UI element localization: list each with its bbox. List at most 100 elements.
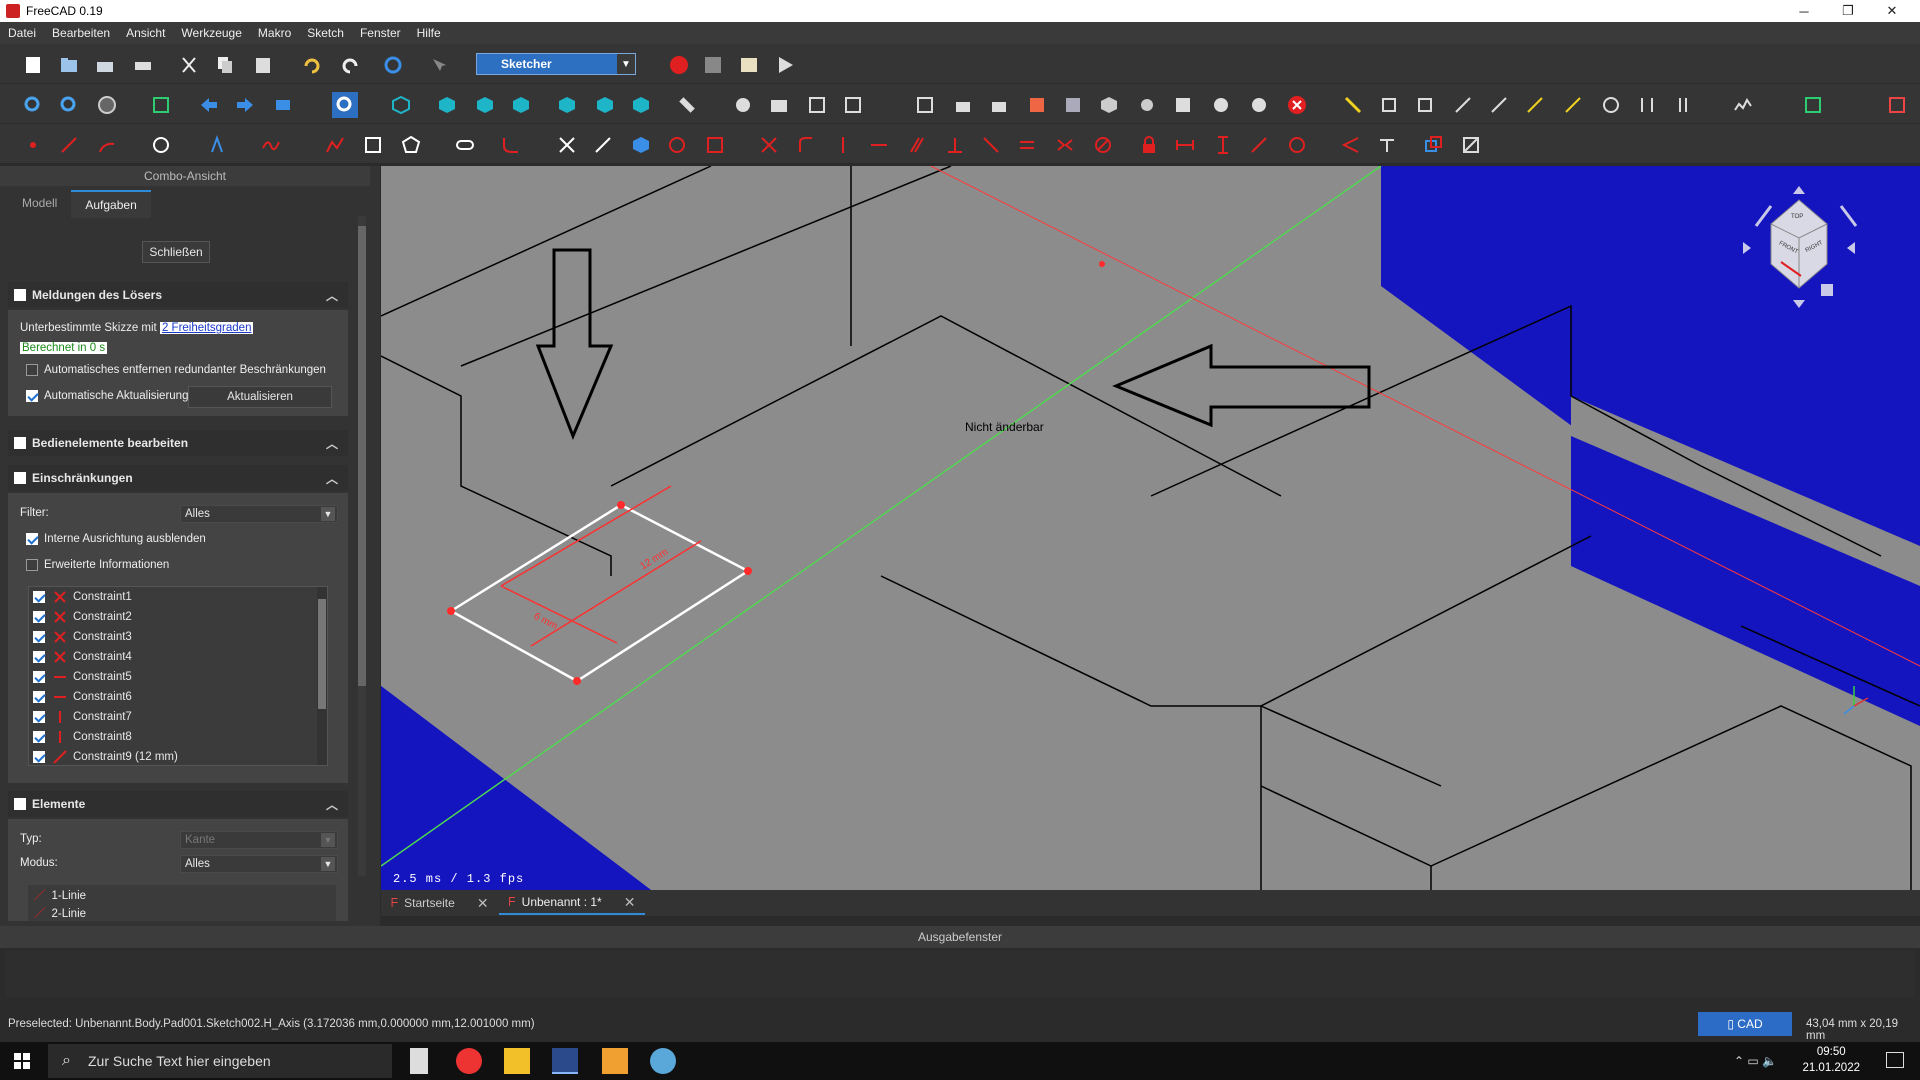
scene-canvas[interactable] <box>381 166 1920 890</box>
3d-viewport[interactable]: Nicht änderbar 2.5 ms / 1.3 fps 12 mm 6 … <box>381 166 1920 890</box>
cut-icon[interactable] <box>176 52 202 78</box>
section-solver-messages[interactable]: Meldungen des Lösers ︿ <box>8 282 348 308</box>
view-front-icon[interactable] <box>434 92 460 118</box>
paint-icon[interactable] <box>650 1048 676 1074</box>
redo-icon[interactable] <box>338 52 364 78</box>
constraint-checkbox[interactable] <box>33 691 45 703</box>
mode-select[interactable]: Alles ▼ <box>180 855 338 873</box>
list-item[interactable]: Constraint2 <box>29 607 319 627</box>
print-icon[interactable] <box>130 52 156 78</box>
macro-edit-icon[interactable] <box>736 52 762 78</box>
list-item[interactable]: ／ 1-Linie <box>34 887 86 903</box>
lock-icon[interactable] <box>1136 132 1162 158</box>
construction-mode-icon[interactable] <box>702 132 728 158</box>
tab-aufgaben[interactable]: Aufgaben <box>71 190 151 218</box>
sketch-3d-icon[interactable] <box>1096 92 1122 118</box>
vertical-icon[interactable] <box>830 132 856 158</box>
list-item[interactable]: ／ 2-Linie <box>34 905 86 921</box>
leave-sketch-icon[interactable] <box>1284 92 1310 118</box>
fillet-icon[interactable] <box>498 132 524 158</box>
list-item[interactable]: Constraint3 <box>29 627 319 647</box>
menu-bearbeiten[interactable]: Bearbeiten <box>44 26 118 40</box>
link-sub-icon[interactable] <box>840 92 866 118</box>
bspline-icon[interactable] <box>1730 92 1756 118</box>
refresh-icon[interactable] <box>380 52 406 78</box>
close-icon[interactable]: ✕ <box>477 895 489 912</box>
tangent-icon[interactable] <box>978 132 1004 158</box>
group-icon[interactable] <box>766 92 792 118</box>
macro-run-icon[interactable] <box>772 52 798 78</box>
panel-scrollbar[interactable] <box>358 216 366 876</box>
chevron-up-icon[interactable]: ︿ <box>326 796 338 813</box>
sketch-grid-icon[interactable] <box>1134 92 1160 118</box>
elements-list[interactable]: ／ 1-Linie ／ 2-Linie <box>28 885 336 921</box>
update-button[interactable]: Aktualisieren <box>188 386 332 408</box>
constraint-checkbox[interactable] <box>33 731 45 743</box>
freecad-taskbar-icon[interactable] <box>552 1048 578 1074</box>
select-origin-icon[interactable] <box>1376 92 1402 118</box>
circle-icon[interactable] <box>148 132 174 158</box>
symmetric-icon[interactable] <box>1052 132 1078 158</box>
select-elements-icon[interactable] <box>1560 92 1586 118</box>
trim-icon[interactable] <box>554 132 580 158</box>
radius-icon[interactable] <box>1284 132 1310 158</box>
sketch-view-icon[interactable] <box>1884 92 1910 118</box>
section-constraints[interactable]: Einschränkungen ︿ <box>8 465 348 491</box>
sketch-validate-icon[interactable] <box>1060 92 1086 118</box>
sketch-mirror-icon[interactable] <box>1024 92 1050 118</box>
view-left-icon[interactable] <box>628 92 654 118</box>
fit-selection-icon[interactable] <box>56 92 82 118</box>
minimize-button[interactable]: ─ <box>1784 0 1824 22</box>
line-icon[interactable] <box>56 132 82 158</box>
auto-remove-checkbox[interactable] <box>26 364 38 376</box>
view-section-icon[interactable] <box>1800 92 1826 118</box>
clone-icon[interactable] <box>1672 92 1698 118</box>
arc-icon[interactable] <box>94 132 120 158</box>
tab-unbenannt[interactable]: ᖴ Unbenannt : 1* ✕ <box>498 891 646 915</box>
horizontal-distance-icon[interactable] <box>1172 132 1198 158</box>
view-bottom-icon[interactable] <box>592 92 618 118</box>
menu-hilfe[interactable]: Hilfe <box>409 26 449 40</box>
sketch-section-icon[interactable] <box>1170 92 1196 118</box>
type-select[interactable]: Kante ▼ <box>180 831 338 849</box>
notifications-icon[interactable] <box>1886 1052 1904 1068</box>
measure-icon[interactable] <box>674 92 700 118</box>
perpendicular-icon[interactable] <box>942 132 968 158</box>
list-item[interactable]: Constraint4 <box>29 647 319 667</box>
hide-internal-checkbox[interactable] <box>26 533 38 545</box>
open-icon[interactable] <box>56 52 82 78</box>
external-icon[interactable] <box>628 132 654 158</box>
clock[interactable]: 09:50 21.01.2022 <box>1802 1044 1860 1076</box>
view-rear-icon[interactable] <box>554 92 580 118</box>
select-redundant-icon[interactable] <box>1486 92 1512 118</box>
new-icon[interactable] <box>20 52 46 78</box>
select-constraints-icon[interactable] <box>1340 92 1366 118</box>
tab-modell[interactable]: Modell <box>8 190 71 218</box>
std-view-icon[interactable] <box>332 92 358 118</box>
taskbar-search[interactable]: ⌕ Zur Suche Text hier eingeben <box>48 1044 392 1078</box>
tab-startseite[interactable]: ᖴ Startseite ✕ <box>381 891 499 915</box>
close-task-button[interactable]: Schließen <box>142 241 210 263</box>
paste-icon[interactable] <box>250 52 276 78</box>
whats-this-icon[interactable] <box>426 52 452 78</box>
block-icon[interactable] <box>1090 132 1116 158</box>
select-h-axis-icon[interactable] <box>1450 92 1476 118</box>
vertical-distance-icon[interactable] <box>1210 132 1236 158</box>
toggle-driving-icon[interactable] <box>1420 132 1446 158</box>
sketch-array-icon[interactable] <box>1246 92 1272 118</box>
sketch-export-icon[interactable] <box>986 92 1012 118</box>
link-make-icon[interactable] <box>804 92 830 118</box>
file-explorer-icon[interactable] <box>504 1048 530 1074</box>
chevron-up-icon[interactable]: ︿ <box>326 287 338 304</box>
constraints-list[interactable]: Constraint1 Constraint2 Constraint3 Cons… <box>28 586 328 766</box>
constraint-checkbox[interactable] <box>33 591 45 603</box>
polyline-icon[interactable] <box>322 132 348 158</box>
part-icon[interactable] <box>730 92 756 118</box>
menu-fenster[interactable]: Fenster <box>352 26 409 40</box>
menu-makro[interactable]: Makro <box>250 26 299 40</box>
extended-info-checkbox[interactable] <box>26 559 38 571</box>
chevron-up-icon[interactable]: ︿ <box>326 435 338 452</box>
equal-icon[interactable] <box>1014 132 1040 158</box>
dof-link[interactable]: 2 Freiheitsgraden <box>159 322 254 334</box>
auto-update-checkbox[interactable] <box>26 390 38 402</box>
